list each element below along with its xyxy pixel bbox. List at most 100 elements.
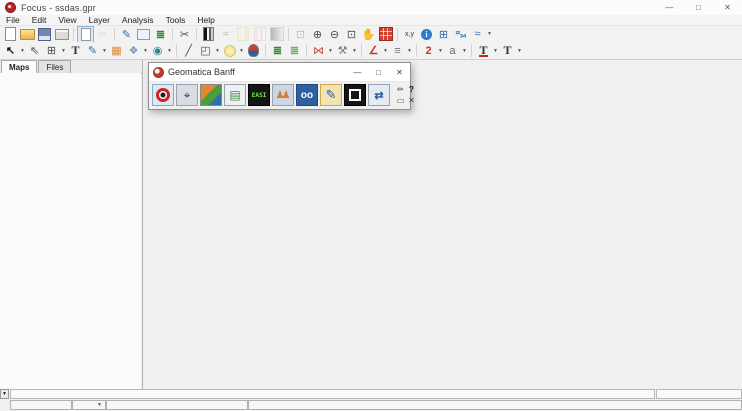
line-style-dropdown-caret[interactable]: ▼ [406, 43, 413, 58]
tab-maps[interactable]: Maps [1, 60, 37, 74]
banff-maximize-button[interactable]: □ [368, 63, 389, 81]
coords-xy-icon[interactable]: x,y [401, 27, 418, 42]
mosaic-icon[interactable] [344, 84, 366, 106]
menu-help[interactable]: Help [191, 15, 220, 25]
banff-close-button[interactable]: ✕ [389, 63, 410, 81]
tools-icon[interactable]: ⚒ [334, 43, 351, 58]
curve-icon[interactable]: ≈ [217, 27, 234, 42]
vector-dropdown-caret[interactable]: ▼ [327, 43, 334, 58]
link-icon[interactable]: ∞ [94, 27, 111, 42]
text-tool-icon[interactable]: T [67, 43, 84, 58]
modeler-icon[interactable]: ▤ [224, 84, 246, 106]
bulb-icon[interactable] [221, 43, 238, 58]
close-small-icon[interactable]: ✕ [406, 95, 417, 106]
enhancement-icon[interactable] [200, 27, 217, 42]
menu-analysis[interactable]: Analysis [116, 15, 160, 25]
fly-icon[interactable]: oo [296, 84, 318, 106]
label-icon[interactable]: a [444, 43, 461, 58]
orthoengine-icon[interactable] [200, 84, 222, 106]
status-cell-units[interactable]: ▼ [72, 400, 106, 410]
numbering-dropdown-caret[interactable]: ▼ [437, 43, 444, 58]
label-dropdown-caret[interactable]: ▼ [461, 43, 468, 58]
area-dropdown-caret[interactable]: ▼ [214, 43, 221, 58]
maps-tree-panel[interactable] [0, 73, 141, 389]
numbering-icon[interactable]: 2 [420, 43, 437, 58]
tools-dropdown-caret[interactable]: ▼ [351, 43, 358, 58]
erase-icon[interactable]: ✎ [118, 27, 135, 42]
bucket-dropdown-caret[interactable]: ▼ [166, 43, 173, 58]
grey-ramp-icon[interactable] [268, 27, 285, 42]
menu-view[interactable]: View [52, 15, 82, 25]
menu-edit[interactable]: Edit [26, 15, 53, 25]
pan-icon[interactable]: ✋ [360, 27, 377, 42]
easi-icon[interactable]: EASI [248, 84, 270, 106]
text-style-dropdown-caret[interactable]: ▼ [516, 43, 523, 58]
horizontal-scrollbar[interactable] [10, 389, 655, 399]
text-style-icon[interactable]: T [499, 43, 516, 58]
catalog-icon[interactable]: ⌖ [176, 84, 198, 106]
shapes-icon[interactable]: ❖ [125, 43, 142, 58]
text-underline-icon[interactable]: T [475, 43, 492, 58]
ortho-grid-icon[interactable]: ▦ [108, 43, 125, 58]
save-icon[interactable] [36, 27, 53, 42]
info-icon[interactable]: i [418, 27, 435, 42]
grid-dropdown-caret[interactable]: ▼ [60, 43, 67, 58]
open-folder-icon[interactable] [19, 27, 36, 42]
layer-view-alt-icon[interactable]: ≣ [286, 43, 303, 58]
numeric-values-icon[interactable]: ¹²₃₄ [452, 27, 469, 42]
layer-view-icon[interactable]: ≣ [269, 43, 286, 58]
banff-title-bar[interactable]: Geomatica Banff — □ ✕ [149, 63, 410, 82]
layers-icon[interactable]: ≣ [152, 27, 169, 42]
palette-yellow-icon[interactable] [234, 27, 251, 42]
attribute-table-icon[interactable]: ⊞ [435, 27, 452, 42]
figures-icon[interactable]: ♟♟ [272, 84, 294, 106]
line-tool-icon[interactable]: ╱ [180, 43, 197, 58]
bucket-icon[interactable]: ◉ [149, 43, 166, 58]
minimize-button[interactable]: — [655, 0, 684, 15]
panel-collapse-button[interactable]: ▼ [0, 389, 9, 399]
scrollbar-corner[interactable] [656, 389, 742, 399]
select-arrow-icon[interactable]: ↖ [2, 43, 19, 58]
new-file-icon[interactable] [2, 27, 19, 42]
measure-angle-icon[interactable]: ∠ [365, 43, 382, 58]
paste-icon[interactable] [77, 26, 94, 43]
select-dropdown-caret[interactable]: ▼ [19, 43, 26, 58]
zoom-out-icon[interactable]: ⊖ [326, 27, 343, 42]
line-style-icon[interactable]: ≡ [389, 43, 406, 58]
select-alt-icon[interactable]: ⇖ [26, 43, 43, 58]
brush-icon[interactable]: ✎ [320, 84, 342, 106]
chart-dropdown-caret[interactable]: ▼ [486, 27, 493, 42]
help-icon[interactable]: ? [406, 84, 417, 95]
rgb-mapper-icon[interactable] [377, 27, 394, 42]
banff-minimize-button[interactable]: — [347, 63, 368, 81]
zoom-actual-icon[interactable]: ⊡ [343, 27, 360, 42]
bulb-dropdown-caret[interactable]: ▼ [238, 43, 245, 58]
palette-pink-icon[interactable] [251, 27, 268, 42]
stylus-dropdown-caret[interactable]: ▼ [101, 43, 108, 58]
cut-icon[interactable]: ✂ [176, 27, 193, 42]
stylus-icon[interactable]: ✎ [84, 43, 101, 58]
units-dropdown-caret[interactable]: ▼ [96, 400, 103, 410]
frame-icon[interactable] [135, 27, 152, 42]
vector-edit-icon[interactable]: ⋈ [310, 43, 327, 58]
close-button[interactable]: ✕ [713, 0, 742, 15]
menu-layer[interactable]: Layer [83, 15, 116, 25]
pushpin-icon[interactable] [245, 43, 262, 58]
menu-file[interactable]: File [0, 15, 26, 25]
zoom-to-selection-icon[interactable]: ⊡ [292, 27, 309, 42]
grid-tool-icon[interactable]: ⊞ [43, 43, 60, 58]
shapes-dropdown-caret[interactable]: ▼ [142, 43, 149, 58]
window-small-icon[interactable]: ▭ [395, 95, 406, 106]
text-underline-dropdown-caret[interactable]: ▼ [492, 43, 499, 58]
focus-launcher-icon[interactable] [152, 84, 174, 106]
data-transfer-icon[interactable]: ⇄ [368, 84, 390, 106]
zoom-in-icon[interactable]: ⊕ [309, 27, 326, 42]
area-tool-icon[interactable]: ◰ [197, 43, 214, 58]
chart-icon[interactable]: ≈ [469, 27, 486, 42]
menu-tools[interactable]: Tools [160, 15, 192, 25]
pencil-small-icon[interactable]: ✏ [395, 84, 406, 95]
maximize-button[interactable]: □ [684, 0, 713, 15]
print-icon[interactable] [53, 27, 70, 42]
tab-files[interactable]: Files [38, 60, 71, 73]
measure-dropdown-caret[interactable]: ▼ [382, 43, 389, 58]
